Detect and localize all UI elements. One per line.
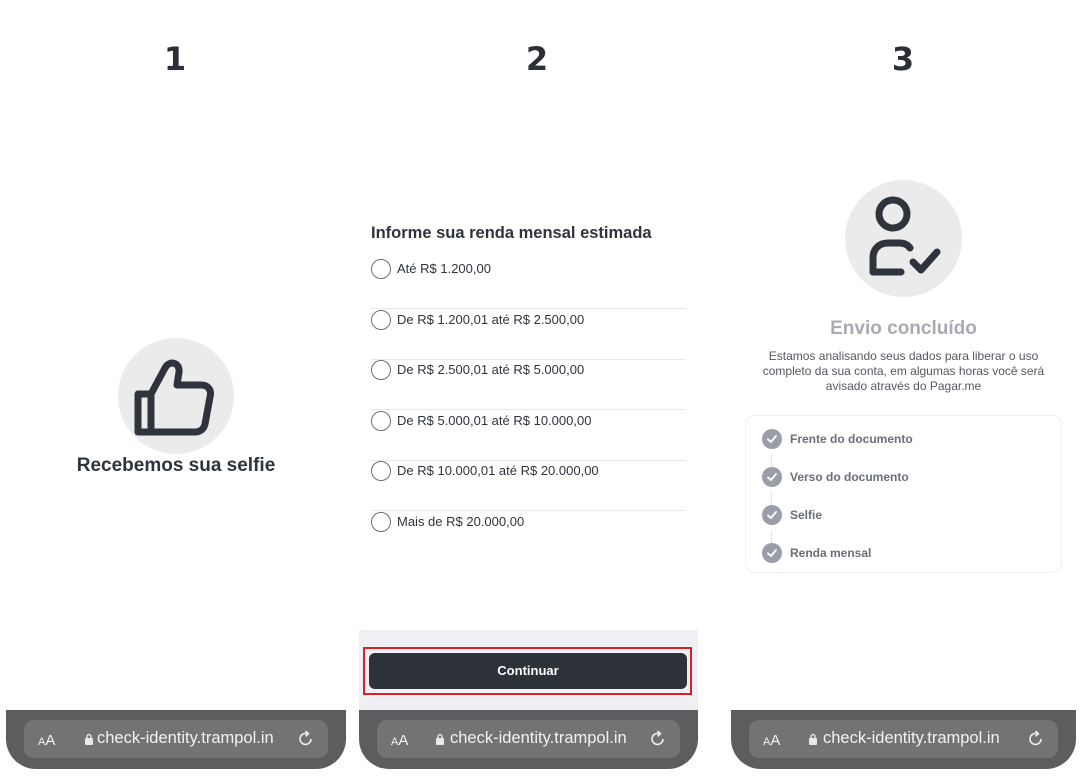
income-option[interactable]: De R$ 1.200,01 até R$ 2.500,00 [371, 310, 686, 360]
text-size-button[interactable]: AA [763, 732, 780, 749]
submission-complete-screen: Envio concluído Estamos analisando seus … [731, 0, 1076, 778]
reload-icon[interactable] [296, 729, 316, 749]
thumbs-up-icon [118, 338, 234, 454]
submission-title: Envio concluído [830, 318, 977, 339]
income-option-label: De R$ 5.000,01 até R$ 10.000,00 [397, 413, 592, 428]
browser-address-bar: AA check-identity.trampol.in [359, 710, 698, 769]
income-option-label: Mais de R$ 20.000,00 [397, 514, 525, 529]
url-pill[interactable]: AA check-identity.trampol.in [24, 720, 328, 758]
checklist-label: Renda mensal [790, 546, 872, 560]
url-pill[interactable]: AA check-identity.trampol.in [377, 720, 680, 758]
radio-button[interactable] [371, 259, 391, 279]
lock-icon [436, 733, 444, 745]
income-option[interactable]: De R$ 2.500,01 até R$ 5.000,00 [371, 360, 686, 410]
income-option[interactable]: De R$ 5.000,01 até R$ 10.000,00 [371, 411, 686, 461]
continue-button[interactable]: Continuar [369, 653, 687, 689]
url-text: check-identity.trampol.in [97, 729, 274, 747]
radio-button[interactable] [371, 360, 391, 380]
user-check-icon [845, 180, 962, 297]
lock-icon [809, 733, 817, 745]
selfie-received-screen: Recebemos sua selfie AA check-identity.t… [6, 0, 346, 778]
selfie-received-title: Recebemos sua selfie [76, 455, 276, 476]
browser-address-bar: AA check-identity.trampol.in [6, 710, 346, 769]
check-icon [762, 543, 782, 563]
checklist-label: Frente do documento [790, 432, 913, 446]
income-option-label: De R$ 10.000,01 até R$ 20.000,00 [397, 463, 599, 478]
checklist-label: Selfie [790, 508, 823, 522]
lock-icon [85, 733, 93, 745]
income-option[interactable]: De R$ 10.000,01 até R$ 20.000,00 [371, 461, 686, 511]
income-option-label: De R$ 2.500,01 até R$ 5.000,00 [397, 362, 585, 377]
url-text: check-identity.trampol.in [450, 729, 627, 747]
text-size-button[interactable]: AA [391, 732, 408, 749]
income-option-label: Até R$ 1.200,00 [397, 261, 491, 276]
check-icon [762, 505, 782, 525]
radio-button[interactable] [371, 411, 391, 431]
income-screen: Informe sua renda mensal estimada Até R$… [359, 0, 698, 778]
reload-icon[interactable] [1026, 729, 1046, 749]
submission-description: Estamos analisando seus dados para liber… [762, 349, 1045, 393]
reload-icon[interactable] [648, 729, 668, 749]
button-footer: Continuar [359, 630, 698, 710]
radio-button[interactable] [371, 310, 391, 330]
checklist-label: Verso do documento [790, 470, 909, 484]
browser-address-bar: AA check-identity.trampol.in [731, 710, 1076, 769]
income-option-label: De R$ 1.200,01 até R$ 2.500,00 [397, 312, 585, 327]
url-pill[interactable]: AA check-identity.trampol.in [749, 720, 1058, 758]
check-icon [762, 429, 782, 449]
verification-checklist: Frente do documento Verso do documento S… [745, 415, 1062, 573]
check-icon [762, 467, 782, 487]
url-text: check-identity.trampol.in [823, 729, 1000, 747]
income-question: Informe sua renda mensal estimada [371, 224, 652, 242]
text-size-button[interactable]: AA [38, 732, 55, 749]
radio-button[interactable] [371, 461, 391, 481]
income-option[interactable]: Mais de R$ 20.000,00 [371, 512, 686, 562]
income-option[interactable]: Até R$ 1.200,00 [371, 259, 686, 309]
radio-button[interactable] [371, 512, 391, 532]
